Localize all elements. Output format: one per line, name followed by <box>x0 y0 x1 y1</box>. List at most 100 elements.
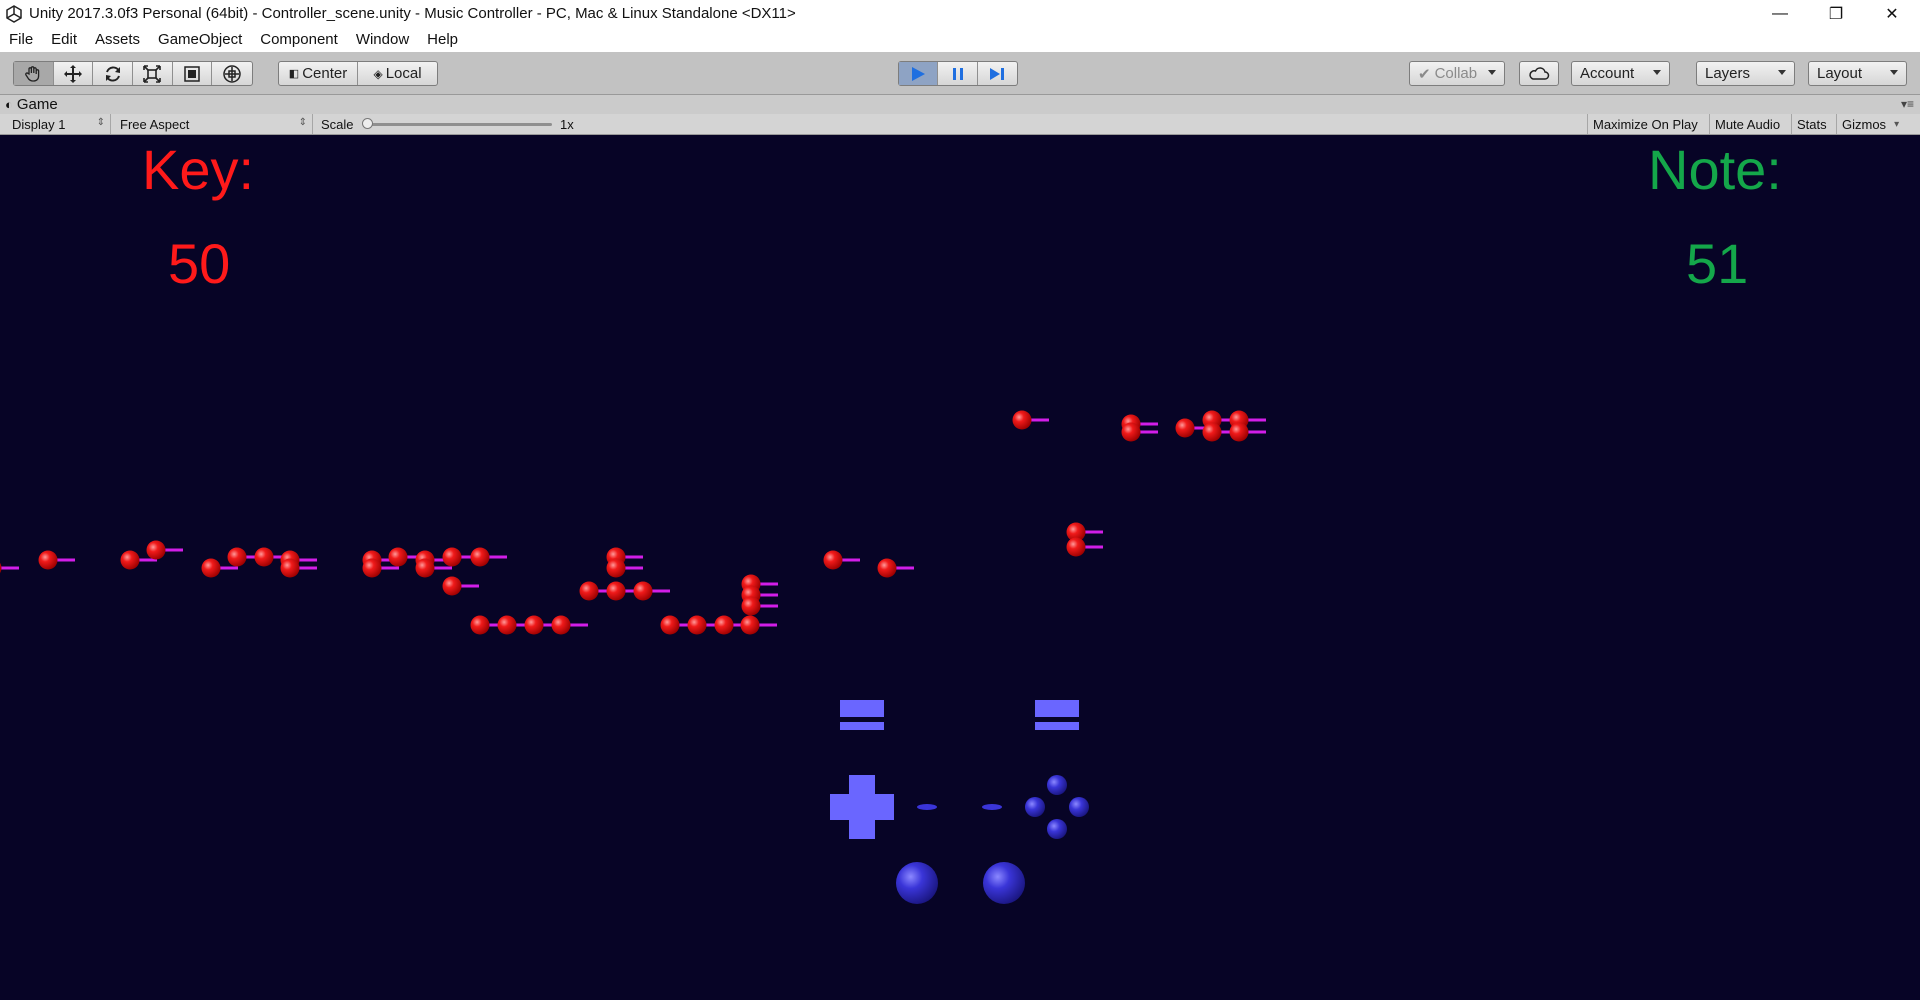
note-ball <box>1202 422 1222 442</box>
note-tail <box>651 589 670 593</box>
menu-assets[interactable]: Assets <box>86 31 149 48</box>
note-ball <box>362 558 382 578</box>
pivot-local-button[interactable]: ◈ Local <box>358 62 437 85</box>
game-view-icon: ◐ <box>5 97 13 112</box>
minimize-button[interactable]: — <box>1752 0 1808 27</box>
menu-window[interactable]: Window <box>347 31 418 48</box>
play-icon <box>912 66 926 81</box>
hand-tool-button[interactable] <box>14 62 54 85</box>
note-ball <box>254 547 274 567</box>
tab-game[interactable]: ◐ Game <box>5 96 58 113</box>
note-tail <box>758 623 777 627</box>
main-toolbar: ◧ Center ◈ Local ✔ Collab Account Layers <box>0 52 1920 95</box>
playback-controls <box>898 61 1018 86</box>
note-ball <box>687 615 707 635</box>
layers-label: Layers <box>1705 65 1751 82</box>
scale-icon <box>143 64 162 83</box>
gizmos-label: Gizmos <box>1842 116 1887 132</box>
left-stick-graphic <box>896 862 938 904</box>
close-button[interactable]: ✕ <box>1864 0 1920 27</box>
note-tail <box>488 555 507 559</box>
menu-edit[interactable]: Edit <box>42 31 86 48</box>
transform-tool-button[interactable] <box>212 62 252 85</box>
note-tail <box>380 566 399 570</box>
layout-dropdown[interactable]: Layout <box>1808 61 1907 86</box>
note-tail <box>624 555 643 559</box>
note-tail <box>0 566 19 570</box>
note-tail <box>1139 430 1158 434</box>
play-button[interactable] <box>899 62 939 85</box>
pivot-center-label: Center <box>302 65 348 82</box>
scale-slider-handle[interactable] <box>362 118 373 129</box>
game-viewport[interactable]: Key: 50 Note: 51 <box>0 135 1920 1000</box>
menu-help[interactable]: Help <box>418 31 467 48</box>
pivot-center-button[interactable]: ◧ Center <box>279 62 358 85</box>
panel-menu-icon[interactable]: ▾≡ <box>1901 97 1914 111</box>
note-ball <box>470 547 490 567</box>
hand-icon <box>25 65 40 82</box>
layout-label: Layout <box>1817 65 1863 82</box>
note-ball <box>1012 410 1032 430</box>
note-tail <box>1247 430 1266 434</box>
note-balls-group <box>0 410 1266 635</box>
account-dropdown[interactable]: Account <box>1571 61 1670 86</box>
maximize-label: Maximize On Play <box>1593 116 1698 132</box>
display-label: Display 1 <box>12 116 66 132</box>
note-ball <box>497 615 517 635</box>
display-select[interactable]: Display 1 ⇕ <box>6 114 111 134</box>
pause-button[interactable] <box>938 62 978 85</box>
window-title: Unity 2017.3.0f3 Personal (64bit) - Cont… <box>29 5 796 22</box>
rect-tool-button[interactable] <box>173 62 213 85</box>
layers-dropdown[interactable]: Layers <box>1696 61 1795 86</box>
chevron-down-icon <box>1653 70 1661 75</box>
collab-dropdown[interactable]: ✔ Collab <box>1409 61 1505 86</box>
note-ball <box>714 615 734 635</box>
note-tail <box>460 584 479 588</box>
note-ball <box>146 540 166 560</box>
note-tail <box>1084 545 1103 549</box>
transform-tools <box>13 61 253 86</box>
note-ball <box>120 550 140 570</box>
stats-label: Stats <box>1797 116 1827 132</box>
stats-toggle[interactable]: Stats <box>1791 114 1836 134</box>
face-button-bottom <box>1047 819 1067 839</box>
note-tail <box>298 558 317 562</box>
note-ball <box>524 615 544 635</box>
note-tail <box>1139 422 1158 426</box>
note-ball <box>606 581 626 601</box>
dpad-horizontal <box>830 794 894 820</box>
right-bumper-top <box>1035 700 1079 717</box>
scale-tool-button[interactable] <box>133 62 173 85</box>
restore-button[interactable]: ❐ <box>1808 0 1864 27</box>
chevron-down-icon <box>1890 70 1898 75</box>
note-ball <box>280 558 300 578</box>
pause-icon <box>952 67 963 80</box>
updown-icon: ⇕ <box>96 117 105 128</box>
note-ball <box>1066 537 1086 557</box>
note-tail <box>1030 418 1049 422</box>
menu-file[interactable]: File <box>0 31 42 48</box>
menu-gameobject[interactable]: GameObject <box>149 31 251 48</box>
note-ball <box>38 550 58 570</box>
note-ball <box>579 581 599 601</box>
maximize-on-play-toggle[interactable]: Maximize On Play <box>1587 114 1709 134</box>
cloud-button[interactable] <box>1519 61 1559 86</box>
transform-icon <box>223 64 241 83</box>
aspect-label: Free Aspect <box>120 116 190 132</box>
note-ball <box>442 547 462 567</box>
face-button-left <box>1025 797 1045 817</box>
note-tail <box>624 566 643 570</box>
step-button[interactable] <box>978 62 1017 85</box>
window-titlebar: Unity 2017.3.0f3 Personal (64bit) - Cont… <box>0 0 1920 27</box>
gizmos-dropdown[interactable]: Gizmos ▾ <box>1836 114 1920 134</box>
aspect-select[interactable]: Free Aspect ⇕ <box>114 114 313 134</box>
move-tool-button[interactable] <box>54 62 94 85</box>
scale-slider-track[interactable] <box>366 123 552 126</box>
mute-audio-toggle[interactable]: Mute Audio <box>1709 114 1791 134</box>
left-bumper-bottom <box>840 722 884 730</box>
menu-component[interactable]: Component <box>251 31 347 48</box>
note-ball <box>201 558 221 578</box>
pivot-controls: ◧ Center ◈ Local <box>278 61 438 86</box>
rotate-tool-button[interactable] <box>93 62 134 85</box>
note-tail <box>1084 530 1103 534</box>
